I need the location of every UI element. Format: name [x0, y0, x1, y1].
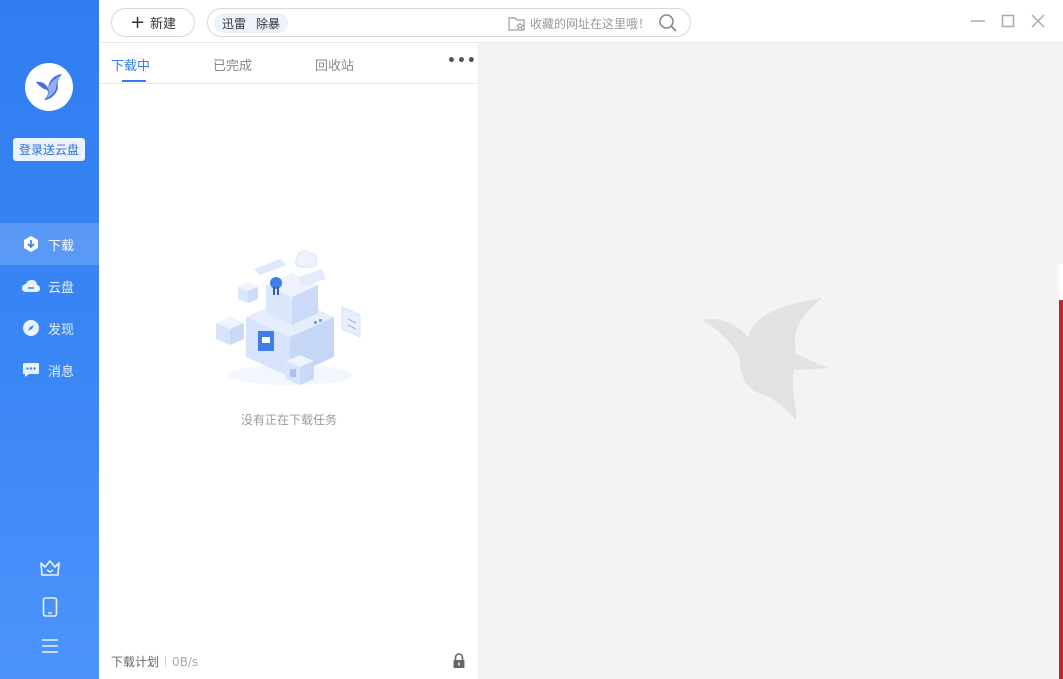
tab-recycle-bin[interactable]: 回收站 [315, 55, 354, 74]
download-panel: 下载中 已完成 回收站 ••• 没有正在下载任务 下载计划 0B/s [99, 43, 479, 679]
search-chip[interactable]: 迅雷 除暴 [214, 13, 289, 33]
phone-icon[interactable] [0, 587, 99, 626]
search-chip-text: 迅雷 [222, 16, 247, 31]
sidebar-item-label: 下载 [48, 238, 75, 254]
download-speed: 0B/s [172, 654, 199, 669]
sidebar-item-discover[interactable]: 发现 [0, 307, 99, 349]
search-bar[interactable]: 迅雷 除暴 收藏的网址在这里哦！ [207, 8, 691, 37]
more-options-icon[interactable]: ••• [447, 53, 477, 69]
download-tabs: 下载中 已完成 回收站 ••• [99, 43, 478, 84]
close-icon [1031, 14, 1045, 28]
search-placeholder-text: 收藏的网址在这里哦！ [530, 17, 651, 31]
tab-downloading[interactable]: 下载中 [111, 55, 150, 74]
sidebar-item-label: 消息 [48, 364, 75, 380]
maximize-button[interactable] [999, 12, 1017, 30]
sidebar-item-label: 发现 [48, 322, 75, 338]
crown-icon[interactable] [0, 548, 99, 587]
footer-divider [165, 656, 167, 667]
sidebar-item-cloud[interactable]: 云盘 [0, 265, 99, 307]
lock-icon[interactable] [452, 653, 466, 673]
new-task-label: 新建 [150, 17, 177, 32]
background-window-edge [1059, 300, 1063, 679]
minimize-icon [971, 20, 985, 22]
download-icon [21, 234, 41, 254]
detail-content-area [480, 43, 1060, 679]
hummingbird-watermark-icon [702, 298, 828, 420]
compass-icon [21, 318, 41, 338]
avatar[interactable] [25, 63, 73, 111]
empty-state-illustration [214, 247, 366, 393]
tab-completed[interactable]: 已完成 [213, 55, 252, 74]
download-plan-link[interactable]: 下载计划 [111, 653, 159, 670]
empty-state-text: 没有正在下载任务 [240, 413, 337, 427]
sidebar-item-messages[interactable]: 消息 [0, 349, 99, 391]
top-bar: + 新建 迅雷 除暴 收藏的网址在这里哦！ [99, 0, 1063, 43]
cloud-icon [21, 276, 41, 296]
search-chip-text: 除暴 [256, 16, 281, 31]
search-icon[interactable] [658, 13, 678, 37]
hummingbird-logo-icon [36, 74, 62, 100]
sidebar: 登录送云盘 下载 云盘 发现 消息 [0, 0, 99, 679]
close-button[interactable] [1029, 12, 1047, 30]
plus-icon: + [129, 11, 146, 33]
panel-footer: 下载计划 0B/s [111, 653, 198, 670]
sidebar-nav: 下载 云盘 发现 消息 [0, 223, 99, 391]
sidebar-item-label: 云盘 [48, 280, 75, 296]
menu-icon[interactable] [0, 626, 99, 665]
message-icon [21, 360, 41, 380]
active-tab-indicator [122, 80, 146, 82]
maximize-icon [1001, 14, 1015, 28]
sidebar-item-download[interactable]: 下载 [0, 223, 99, 265]
new-task-button[interactable]: + 新建 [111, 8, 195, 37]
search-placeholder: 收藏的网址在这里哦！ [508, 15, 650, 32]
sidebar-bottom-icons [0, 548, 99, 665]
thunder-app-window: 登录送云盘 下载 云盘 发现 消息 + 新建 迅雷 除暴 收藏的网址在这里哦！ … [0, 0, 1063, 679]
login-gift-cloud-button[interactable]: 登录送云盘 [13, 138, 85, 161]
bookmark-folder-icon [508, 16, 525, 31]
minimize-button[interactable] [969, 12, 987, 30]
